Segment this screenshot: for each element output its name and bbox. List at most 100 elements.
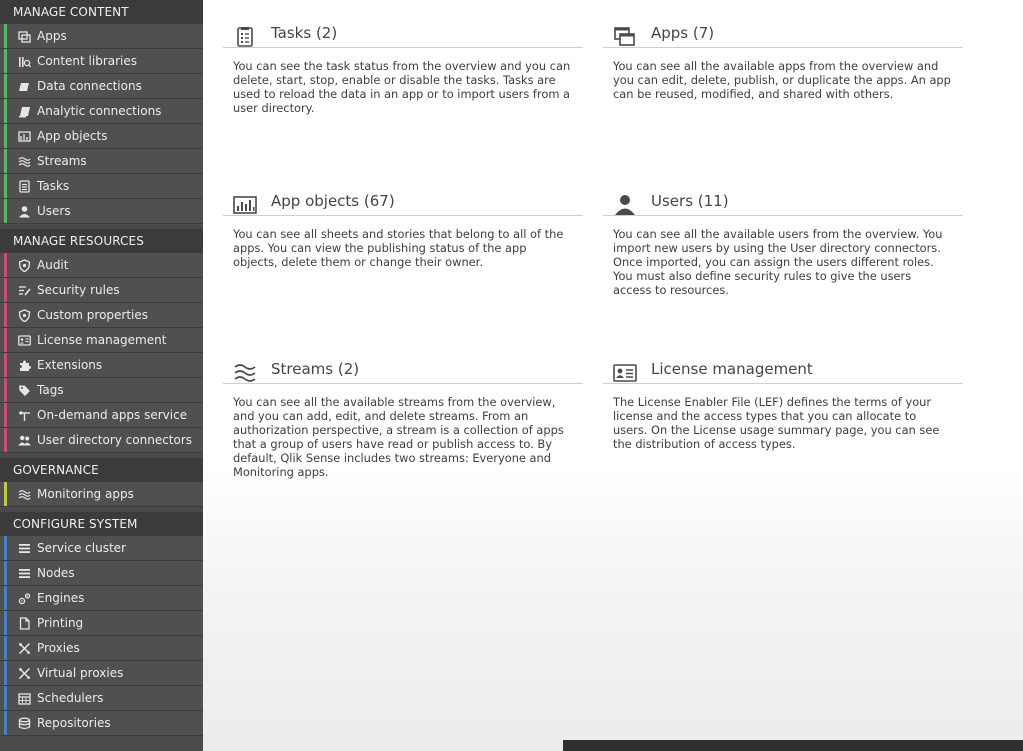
user-icon (613, 194, 637, 216)
sidebar-item-label: Custom properties (37, 308, 149, 322)
streams-icon (18, 155, 31, 168)
sidebar-item-virtual-proxies[interactable]: Virtual proxies (0, 661, 203, 686)
list-icon (18, 542, 31, 555)
sidebar-item-label: Content libraries (37, 54, 138, 68)
sidebar-item-custom-properties[interactable]: Custom properties (0, 303, 203, 328)
calendar-icon (18, 692, 31, 705)
section-accent-stripe (4, 74, 7, 98)
users-icon (18, 434, 31, 447)
sidebar-item-label: Tags (37, 383, 64, 397)
sidebar-item-user-directory-connectors[interactable]: User directory connectors (0, 428, 203, 453)
sidebar-item-nodes[interactable]: Nodes (0, 561, 203, 586)
sidebar-item-data-connections[interactable]: Data connections (0, 74, 203, 99)
section-header-configure-system: CONFIGURE SYSTEM (0, 512, 203, 536)
card-title[interactable]: Streams (2) (271, 360, 359, 378)
sidebar-item-printing[interactable]: Printing (0, 611, 203, 636)
card-header[interactable]: Tasks (2) (223, 18, 583, 48)
section-accent-stripe (4, 199, 7, 223)
section-accent-stripe (4, 536, 7, 560)
card-header[interactable]: Streams (2) (223, 354, 583, 384)
section-accent-stripe (4, 561, 7, 585)
nav-group-manage-content: Apps Content libraries Data connections Ana… (0, 24, 203, 229)
sidebar-item-security-rules[interactable]: Security rules (0, 278, 203, 303)
sidebar-item-streams[interactable]: Streams (0, 149, 203, 174)
card-title[interactable]: App objects (67) (271, 192, 395, 210)
sidebar-item-monitoring-apps[interactable]: Monitoring apps (0, 482, 203, 507)
user-icon (18, 205, 31, 218)
card-header[interactable]: App objects (67) (223, 186, 583, 216)
tag-icon (18, 384, 31, 397)
sidebar-item-proxies[interactable]: Proxies (0, 636, 203, 661)
sidebar-item-label: Security rules (37, 283, 120, 297)
overview-card-app-objects[interactable]: App objects (67) You can see all sheets a… (223, 186, 583, 269)
overview-card-license-management[interactable]: License management The License Enabler Fi… (603, 354, 963, 451)
overview-card-users[interactable]: Users (11) You can see all the available … (603, 186, 963, 297)
section-accent-stripe (4, 124, 7, 148)
sidebar-item-label: Extensions (37, 358, 103, 372)
section-accent-stripe (4, 253, 7, 277)
card-description: You can see all sheets and stories that … (233, 227, 564, 269)
apps-icon (18, 30, 31, 43)
card-header[interactable]: Apps (7) (603, 18, 963, 48)
sidebar-item-repositories[interactable]: Repositories (0, 711, 203, 736)
section-header-manage-content: MANAGE CONTENT (0, 0, 203, 24)
sidebar-item-label: Engines (37, 591, 85, 605)
sidebar-item-label: Streams (37, 154, 87, 168)
sidebar-item-analytic-connections[interactable]: Analytic connections (0, 99, 203, 124)
sidebar-item-extensions[interactable]: Extensions (0, 353, 203, 378)
overview-card-tasks[interactable]: Tasks (2) You can see the task status fro… (223, 18, 583, 115)
sidebar-item-license-management[interactable]: License management (0, 328, 203, 353)
streams-icon (233, 362, 257, 384)
card-title[interactable]: License management (651, 360, 813, 378)
nav-group-configure-system: Service cluster Nodes Engines Printing Proxi… (0, 536, 203, 741)
license-icon (613, 362, 637, 384)
sidebar-item-label: Nodes (37, 566, 75, 580)
analytic-connections-icon (18, 105, 31, 118)
sidebar-item-tasks[interactable]: Tasks (0, 174, 203, 199)
security-rules-icon (18, 284, 31, 297)
sidebar-item-label: Analytic connections (37, 104, 162, 118)
sidebar-item-label: License management (37, 333, 167, 347)
card-title[interactable]: Apps (7) (651, 24, 714, 42)
overview-card-streams[interactable]: Streams (2) You can see all the available… (223, 354, 583, 479)
nav-group-manage-resources: Audit Security rules Custom properties Lice… (0, 253, 203, 458)
content-libraries-icon (18, 55, 31, 68)
document-icon (18, 617, 31, 630)
sidebar: MANAGE CONTENT Apps Content libraries Data … (0, 0, 203, 751)
sidebar-item-schedulers[interactable]: Schedulers (0, 686, 203, 711)
sidebar-item-label: Virtual proxies (37, 666, 124, 680)
sidebar-item-service-cluster[interactable]: Service cluster (0, 536, 203, 561)
nav-group-governance: Monitoring apps (0, 482, 203, 512)
sidebar-item-on-demand-apps-service[interactable]: On-demand apps service (0, 403, 203, 428)
sidebar-item-apps[interactable]: Apps (0, 24, 203, 49)
sidebar-item-label: Tasks (37, 179, 70, 193)
proxy-icon (18, 667, 31, 680)
sidebar-item-label: User directory connectors (37, 433, 193, 447)
card-title[interactable]: Tasks (2) (271, 24, 337, 42)
section-accent-stripe (4, 303, 7, 327)
data-connections-icon (18, 80, 31, 93)
section-accent-stripe (4, 428, 7, 452)
section-accent-stripe (4, 378, 7, 402)
sidebar-item-label: Service cluster (37, 541, 126, 555)
sidebar-item-label: Proxies (37, 641, 80, 655)
section-accent-stripe (4, 174, 7, 198)
card-title[interactable]: Users (11) (651, 192, 729, 210)
overview-card-apps[interactable]: Apps (7) You can see all the available ap… (603, 18, 963, 101)
sidebar-item-users[interactable]: Users (0, 199, 203, 224)
section-accent-stripe (4, 686, 7, 710)
card-header[interactable]: License management (603, 354, 963, 384)
sidebar-item-engines[interactable]: Engines (0, 586, 203, 611)
sidebar-item-app-objects[interactable]: App objects (0, 124, 203, 149)
sidebar-item-tags[interactable]: Tags (0, 378, 203, 403)
sidebar-item-content-libraries[interactable]: Content libraries (0, 49, 203, 74)
puzzle-icon (18, 359, 31, 372)
section-accent-stripe (4, 661, 7, 685)
license-icon (18, 334, 31, 347)
card-header[interactable]: Users (11) (603, 186, 963, 216)
sidebar-item-audit[interactable]: Audit (0, 253, 203, 278)
sidebar-item-label: App objects (37, 129, 108, 143)
section-accent-stripe (4, 353, 7, 377)
database-icon (18, 717, 31, 730)
on-demand-icon (18, 409, 31, 422)
